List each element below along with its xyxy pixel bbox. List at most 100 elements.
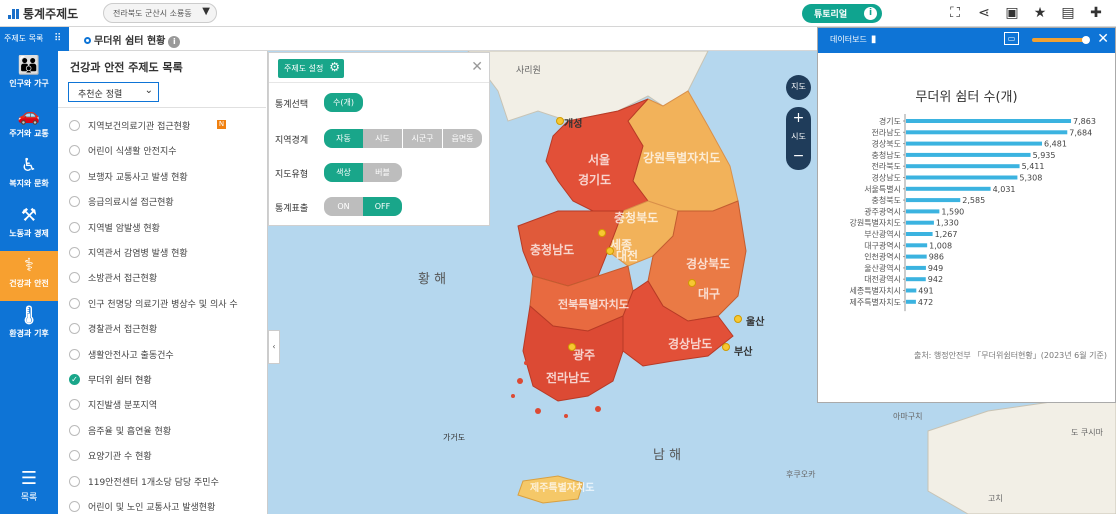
city-marker[interactable] [734, 315, 742, 323]
radio-icon[interactable] [69, 399, 80, 411]
bar[interactable] [906, 232, 933, 236]
list-item[interactable]: 어린이 식생활 안전지수 [68, 142, 258, 162]
category-welfare[interactable]: ♿ 복지와 문화 [0, 151, 58, 201]
radio-icon[interactable] [69, 297, 80, 309]
list-item-label: 소방관서 접근현황 [88, 274, 158, 285]
bar[interactable] [906, 119, 1072, 123]
tutorial-button[interactable]: 튜토리얼 i [802, 4, 882, 23]
list-item[interactable]: 지진발생 분포지역 [68, 396, 258, 416]
add-map-icon[interactable]: ✚ [1088, 5, 1104, 21]
boundary-option-eupmyeondong[interactable]: 읍면동 [443, 129, 482, 148]
close-icon[interactable]: ✕ [1097, 31, 1109, 47]
list-item[interactable]: 생활안전사고 출동건수 [68, 346, 258, 366]
sort-select[interactable]: 추천순 정렬 ⌄ [68, 82, 159, 102]
bar[interactable] [906, 265, 926, 270]
bar[interactable] [906, 254, 927, 259]
collapse-panel-button[interactable]: ‹ [268, 330, 280, 364]
bar[interactable] [906, 209, 940, 214]
list-item[interactable]: 지역별 암발생 현황 [68, 219, 258, 239]
maptype-option-color[interactable]: 색상 [324, 163, 363, 182]
radio-icon[interactable] [69, 247, 80, 258]
radio-icon[interactable] [69, 323, 80, 335]
boundary-option-sigungu[interactable]: 시군구 [403, 129, 442, 148]
display-option-on[interactable]: ON [324, 197, 363, 216]
bar[interactable] [906, 164, 1020, 169]
grid-icon: ⠿ [54, 33, 62, 44]
radio-icon[interactable] [69, 501, 80, 512]
bar[interactable] [906, 175, 1018, 180]
opacity-slider[interactable] [1032, 36, 1090, 44]
image-icon[interactable]: ▭ [1004, 32, 1019, 45]
list-item[interactable]: 어린이 및 노인 교통사고 발생현황 [68, 498, 258, 518]
bar[interactable] [906, 152, 1031, 157]
radio-icon[interactable] [69, 221, 80, 233]
bar[interactable] [906, 220, 934, 225]
app-logo[interactable]: 통계주제도 [8, 5, 78, 22]
list-item[interactable]: 소방관서 접근현황 [68, 269, 258, 289]
stat-option-count[interactable]: 수(개) [324, 93, 363, 112]
theme-setting-button[interactable]: 주제도 설정 ⚙ [278, 59, 344, 78]
category-population[interactable]: 👪 인구와 가구 [0, 51, 58, 101]
category-housing[interactable]: 🚗 주거와 교통 [0, 101, 58, 151]
close-icon[interactable]: ✕ [471, 59, 483, 75]
list-item[interactable]: 경찰관서 접근현황 [68, 320, 258, 340]
list-item[interactable]: 요양기관 수 현황 [68, 447, 258, 467]
radio-icon[interactable] [69, 170, 80, 182]
category-environment[interactable]: 🌡 환경과 기후 [0, 301, 58, 351]
city-marker[interactable] [556, 117, 564, 125]
document-icon[interactable]: ▤ [1060, 5, 1076, 21]
bar[interactable] [906, 141, 1043, 146]
bar[interactable] [906, 243, 928, 248]
bar[interactable] [906, 130, 1068, 135]
radio-icon[interactable] [69, 196, 80, 208]
image-icon[interactable]: ▣ [1004, 5, 1020, 21]
fullscreen-icon[interactable]: ⛶ [947, 5, 963, 21]
zoom-out-button[interactable]: − [786, 145, 811, 170]
city-marker[interactable] [598, 229, 606, 237]
radio-icon[interactable] [69, 475, 80, 487]
bar[interactable] [906, 198, 961, 203]
bar[interactable] [906, 299, 916, 304]
list-item[interactable]: 지역관서 감염병 발생 현황 [68, 244, 258, 264]
theme-list-button[interactable]: 주제도 목록 ⠿ [0, 27, 69, 51]
bar[interactable] [906, 288, 917, 293]
place-label: 아마구치 [893, 412, 923, 421]
province-label: 충청남도 [530, 243, 575, 257]
radio-icon[interactable] [69, 272, 80, 284]
category-health[interactable]: ⚕ 건강과 안전 [0, 251, 58, 301]
zoom-in-button[interactable]: + [786, 107, 811, 132]
bar-value-label: 949 [928, 264, 943, 273]
city-marker[interactable] [568, 343, 576, 351]
star-icon[interactable]: ★ [1032, 5, 1048, 21]
check-icon[interactable]: ✓ [69, 374, 80, 385]
radio-icon[interactable] [69, 145, 80, 157]
maptype-option-bubble[interactable]: 버블 [363, 163, 402, 182]
slider-knob[interactable] [1082, 36, 1090, 44]
info-icon[interactable]: i [168, 36, 181, 48]
boundary-option-sido[interactable]: 시도 [363, 129, 402, 148]
radio-icon[interactable] [69, 348, 80, 360]
list-item[interactable]: 음주율 및 흡연율 현황 [68, 422, 258, 442]
display-option-off[interactable]: OFF [363, 197, 402, 216]
city-marker[interactable] [688, 279, 696, 287]
bar[interactable] [906, 277, 926, 282]
city-marker[interactable] [606, 247, 614, 255]
list-item[interactable]: 응급의료시설 접근현황 [68, 193, 258, 213]
list-item[interactable]: 지역보건의료기관 접근현황 N [68, 117, 258, 137]
compass-button[interactable]: 지도 [786, 75, 811, 100]
region-select[interactable]: 전라북도 군산시 소룡동 ▼ [103, 3, 217, 23]
list-item[interactable]: ✓ 무더위 쉼터 현황 [68, 371, 258, 391]
category-labor[interactable]: ⚒ 노동과 경제 [0, 201, 58, 251]
list-menu-button[interactable]: ☰ 목록 [0, 462, 58, 514]
place-label: 사리원 [516, 66, 541, 76]
radio-icon[interactable] [69, 424, 80, 436]
radio-icon[interactable] [69, 120, 80, 131]
radio-icon[interactable] [69, 450, 80, 462]
list-item[interactable]: 인구 천명당 의료기관 병상수 및 의사 수 [68, 295, 258, 315]
share-icon[interactable]: ⋖ [976, 5, 992, 21]
list-item[interactable]: 보행자 교통사고 발생 현황 [68, 168, 258, 188]
bar[interactable] [906, 186, 991, 191]
list-item[interactable]: 119안전센터 1개소당 담당 주민수 [68, 473, 258, 493]
city-marker[interactable] [722, 343, 730, 351]
boundary-option-auto[interactable]: 자동 [324, 129, 363, 148]
